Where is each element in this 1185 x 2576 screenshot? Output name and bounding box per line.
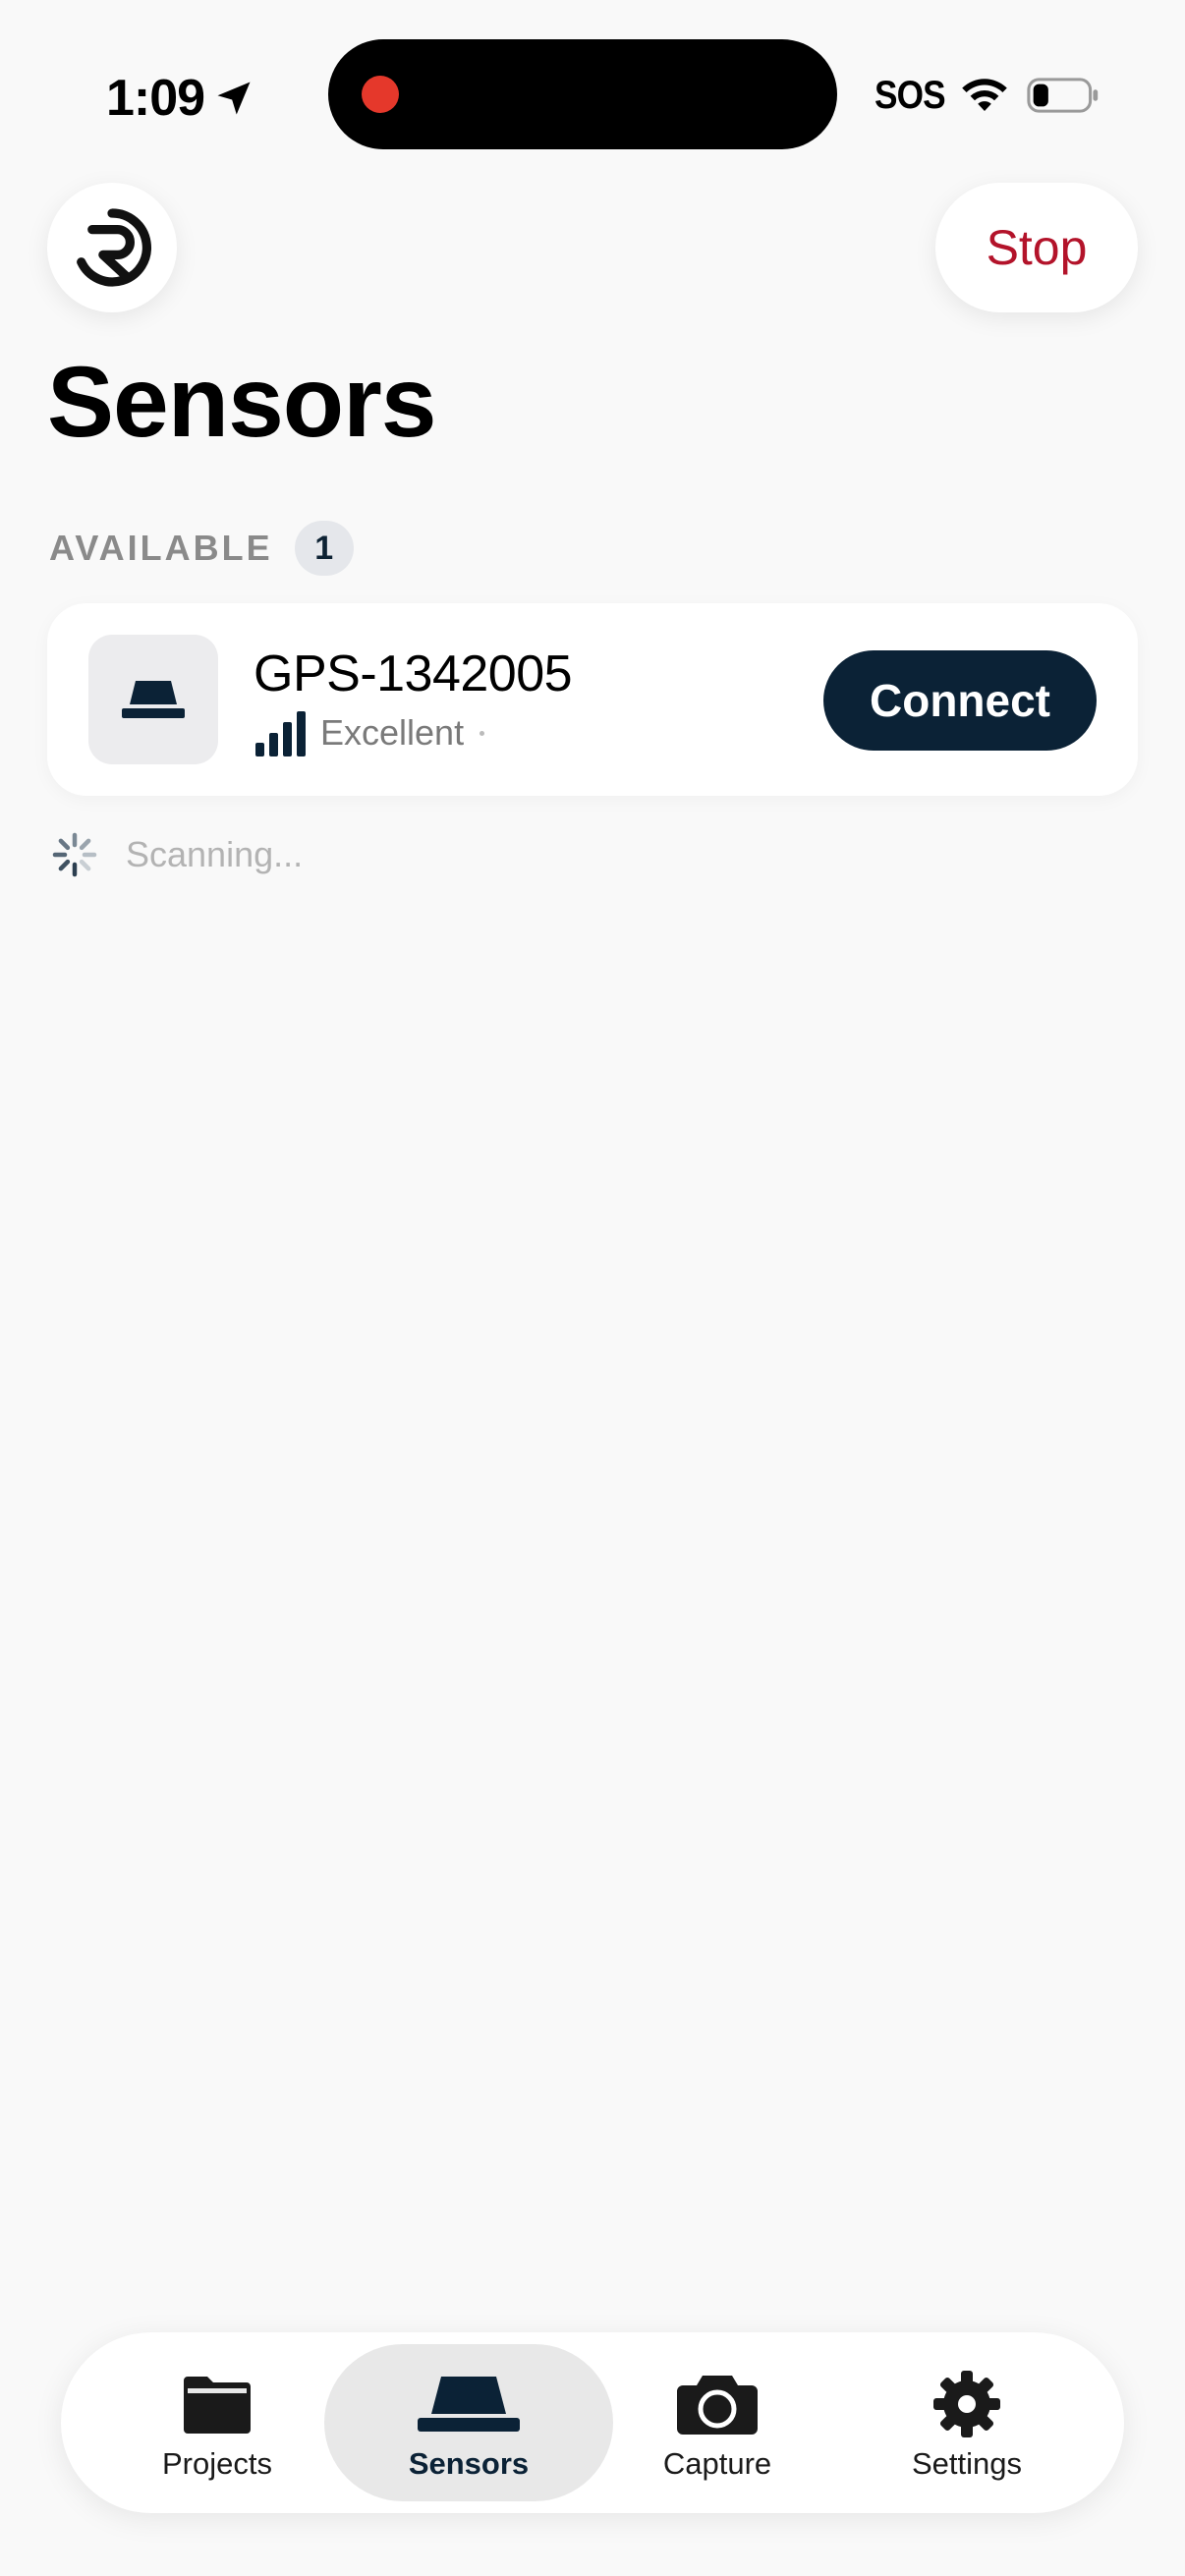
tab-sensors[interactable]: Sensors	[324, 2344, 613, 2501]
count-badge: 1	[294, 521, 354, 576]
tab-projects[interactable]: Projects	[94, 2344, 340, 2501]
signal-quality-label: Excellent	[320, 712, 465, 753]
connect-button[interactable]: Connect	[823, 650, 1097, 751]
signal-bars-icon	[255, 711, 306, 756]
status-carrier: SOS	[875, 74, 946, 117]
wifi-icon	[962, 79, 1007, 111]
tab-label: Sensors	[408, 2446, 530, 2481]
folder-icon	[184, 2377, 251, 2434]
dynamic-island	[328, 39, 837, 149]
scanning-indicator: Scanning...	[51, 831, 303, 878]
device-icon-tile	[88, 635, 218, 764]
tab-bar: Projects Sensors Capture Settings	[61, 2332, 1124, 2513]
page-title: Sensors	[47, 346, 437, 458]
status-bar: 1:09 SOS	[0, 0, 1185, 187]
status-time: 1:09	[106, 70, 205, 127]
gps-receiver-icon	[122, 681, 185, 718]
camera-icon	[677, 2376, 758, 2435]
tab-capture[interactable]: Capture	[594, 2344, 840, 2501]
app-logo-button[interactable]	[47, 183, 177, 312]
gps-receiver-icon	[418, 2377, 520, 2432]
separator-dot	[480, 730, 485, 736]
device-name: GPS-1342005	[254, 645, 573, 702]
tab-label: Capture	[662, 2446, 772, 2481]
device-signal-status: Excellent	[254, 709, 485, 756]
location-arrow-icon	[217, 82, 251, 115]
app-logo-icon	[77, 208, 151, 287]
stop-button[interactable]: Stop	[935, 183, 1138, 312]
section-label: AVAILABLE	[49, 528, 273, 568]
spinner-icon	[52, 832, 97, 877]
device-card[interactable]: GPS-1342005 Excellent Connect	[47, 603, 1138, 796]
scanning-text: Scanning...	[126, 834, 304, 874]
tab-label: Projects	[162, 2446, 272, 2481]
available-section-header: AVAILABLE 1	[49, 521, 354, 576]
tab-settings[interactable]: Settings	[844, 2344, 1090, 2501]
gear-icon	[933, 2371, 1000, 2437]
recording-indicator	[362, 76, 399, 113]
tab-label: Settings	[911, 2446, 1022, 2481]
battery-low-icon	[1027, 78, 1099, 113]
